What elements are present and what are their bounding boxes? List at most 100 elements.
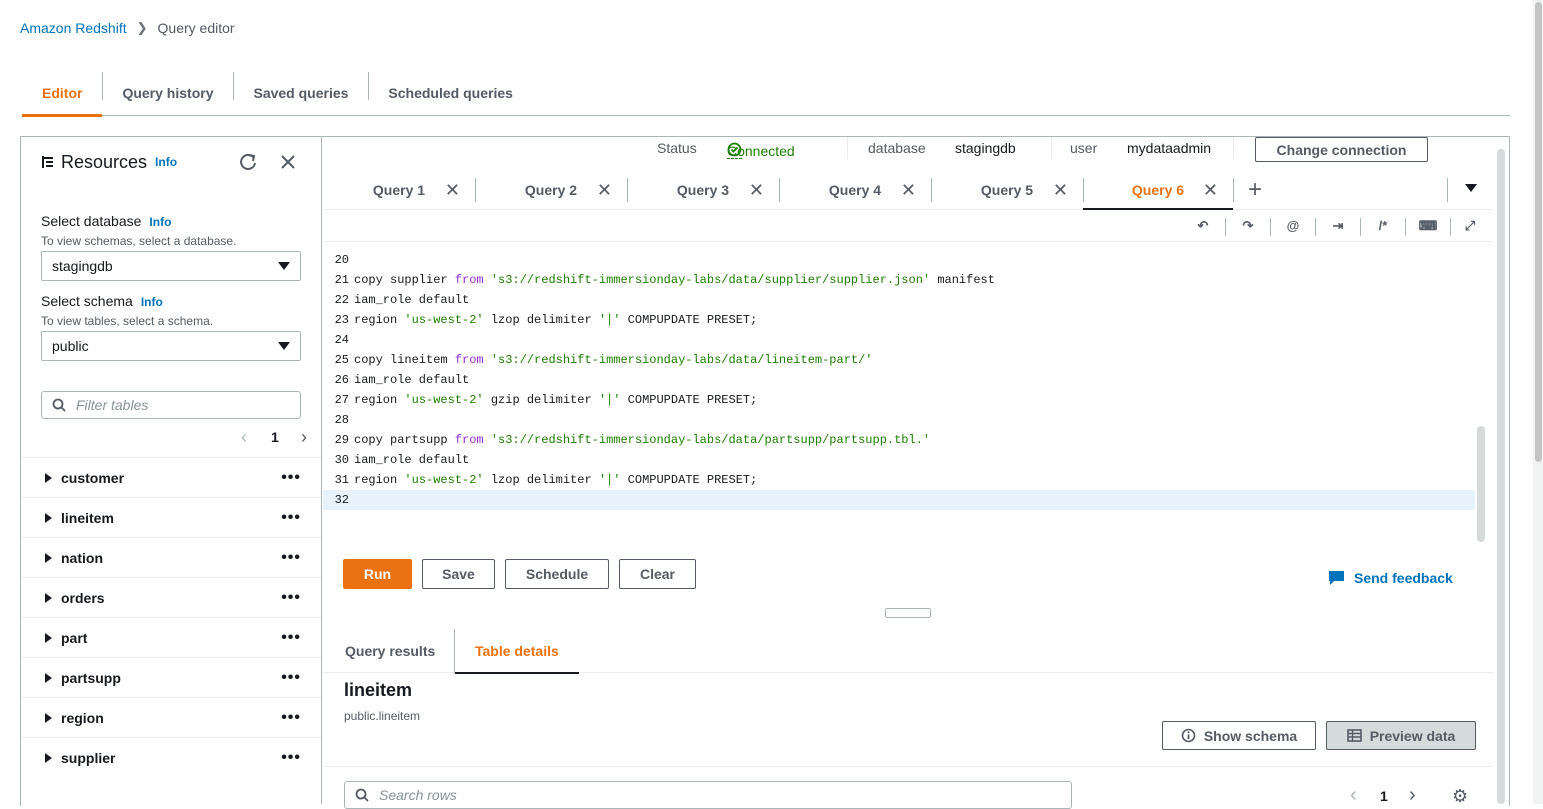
- more-actions-icon[interactable]: •••: [281, 629, 301, 647]
- table-row[interactable]: orders •••: [21, 577, 321, 617]
- fullscreen-icon[interactable]: ⤢: [1460, 218, 1480, 234]
- code-line[interactable]: 31 region 'us-west-2' lzop delimiter '|' …: [323, 470, 1475, 490]
- table-row[interactable]: supplier •••: [21, 737, 321, 777]
- tab-saved-queries[interactable]: Saved queries: [233, 70, 368, 116]
- close-tab-icon[interactable]: ✕: [445, 180, 460, 201]
- close-tab-icon[interactable]: ✕: [749, 180, 764, 201]
- editor-tabs: Editor Query history Saved queries Sched…: [22, 70, 1510, 117]
- table-row[interactable]: part •••: [21, 617, 321, 657]
- table-row[interactable]: partsupp •••: [21, 657, 321, 697]
- code-line[interactable]: 27 region 'us-west-2' gzip delimiter '|' …: [323, 390, 1475, 410]
- page-number[interactable]: 1: [271, 429, 279, 445]
- resize-handle[interactable]: [885, 608, 931, 618]
- save-button[interactable]: Save: [422, 559, 495, 589]
- caret-right-icon: [45, 592, 52, 603]
- editor-toolbar: ↶ ↷ @ ⇥ /* ⌨ ⤢: [323, 212, 1493, 242]
- code-line[interactable]: 30 iam_role default: [323, 450, 1475, 470]
- more-actions-icon[interactable]: •••: [281, 549, 301, 567]
- code-line[interactable]: 32: [323, 490, 1475, 510]
- more-actions-icon[interactable]: •••: [281, 749, 301, 767]
- code-token: region: [354, 473, 405, 487]
- table-row[interactable]: lineitem •••: [21, 497, 321, 537]
- add-tab-icon[interactable]: +: [1248, 176, 1262, 204]
- tabs-dropdown-icon[interactable]: [1465, 184, 1477, 192]
- more-actions-icon[interactable]: •••: [281, 469, 301, 487]
- sql-editor[interactable]: 20 21 copy supplier from 's3://redshift-im…: [323, 242, 1475, 544]
- code-line[interactable]: 22 iam_role default: [323, 290, 1475, 310]
- table-name: lineitem: [61, 509, 114, 526]
- database-info-link[interactable]: Info: [149, 215, 171, 229]
- code-token: copy supplier: [354, 273, 455, 287]
- code-line[interactable]: 26 iam_role default: [323, 370, 1475, 390]
- schedule-button[interactable]: Schedule: [505, 559, 609, 589]
- tab-query-1[interactable]: Query 1 ✕: [323, 170, 475, 209]
- table-row[interactable]: nation •••: [21, 537, 321, 577]
- code-line[interactable]: 23 region 'us-west-2' lzop delimiter '|' …: [323, 310, 1475, 330]
- tab-query-history[interactable]: Query history: [102, 70, 233, 116]
- tab-query-3[interactable]: Query 3 ✕: [627, 170, 779, 209]
- more-actions-icon[interactable]: •••: [281, 709, 301, 727]
- tab-editor[interactable]: Editor: [22, 70, 103, 117]
- table-row[interactable]: region •••: [21, 697, 321, 737]
- table-name: region: [61, 709, 104, 726]
- clear-button[interactable]: Clear: [619, 559, 696, 589]
- tab-table-details[interactable]: Table details: [455, 629, 579, 674]
- undo-icon[interactable]: ↶: [1193, 218, 1213, 234]
- more-actions-icon[interactable]: •••: [281, 509, 301, 527]
- schema-select[interactable]: public: [41, 331, 301, 361]
- more-actions-icon[interactable]: •••: [281, 589, 301, 607]
- code-line[interactable]: 28: [323, 410, 1475, 430]
- tab-query-5[interactable]: Query 5 ✕: [931, 170, 1083, 209]
- refresh-icon[interactable]: [238, 152, 258, 172]
- code-token: copy partsupp: [354, 433, 455, 447]
- next-page-icon[interactable]: ›: [301, 427, 307, 448]
- results-page-number[interactable]: 1: [1380, 788, 1388, 804]
- caret-right-icon: [45, 552, 52, 563]
- code-line[interactable]: 25 copy lineitem from 's3://redshift-imme…: [323, 350, 1475, 370]
- status-connected[interactable]: Connected: [727, 140, 795, 159]
- tab-query-6[interactable]: Query 6 ✕: [1083, 170, 1233, 210]
- preview-data-button[interactable]: Preview data: [1326, 721, 1476, 750]
- code-token: 'us-west-2': [404, 393, 484, 407]
- at-sign-icon[interactable]: @: [1283, 218, 1303, 233]
- editor-scrollbar[interactable]: [1477, 426, 1485, 542]
- redo-icon[interactable]: ↷: [1238, 218, 1258, 234]
- more-actions-icon[interactable]: •••: [281, 669, 301, 687]
- code-line[interactable]: 29 copy partsupp from 's3://redshift-imme…: [323, 430, 1475, 450]
- line-number: 20: [334, 253, 349, 267]
- code-line[interactable]: 24: [323, 330, 1475, 350]
- search-rows-input[interactable]: Search rows: [344, 781, 1072, 809]
- caret-down-icon: [278, 342, 290, 350]
- close-tab-icon[interactable]: ✕: [1053, 180, 1068, 201]
- table-row[interactable]: customer •••: [21, 457, 321, 497]
- tab-scheduled-queries[interactable]: Scheduled queries: [368, 70, 532, 116]
- tab-query-2[interactable]: Query 2 ✕: [475, 170, 627, 209]
- send-feedback-link[interactable]: Send feedback: [1328, 570, 1453, 586]
- tab-query-4[interactable]: Query 4 ✕: [779, 170, 931, 209]
- breadcrumb: Amazon Redshift ❯ Query editor: [20, 20, 235, 36]
- schema-info-link[interactable]: Info: [141, 295, 163, 309]
- close-tab-icon[interactable]: ✕: [901, 180, 916, 201]
- panel-scrollbar[interactable]: [1497, 137, 1505, 804]
- close-tab-icon[interactable]: ✕: [1203, 180, 1218, 201]
- page-scrollbar[interactable]: [1533, 0, 1543, 804]
- filter-tables-input[interactable]: Filter tables: [41, 391, 301, 419]
- close-icon[interactable]: [279, 153, 297, 171]
- code-line[interactable]: 21 copy supplier from 's3://redshift-imme…: [323, 270, 1475, 290]
- line-number: 29: [334, 433, 349, 447]
- breadcrumb-root-link[interactable]: Amazon Redshift: [20, 20, 127, 36]
- keyboard-icon[interactable]: ⌨: [1418, 218, 1438, 234]
- resources-info-link[interactable]: Info: [155, 155, 177, 169]
- indent-icon[interactable]: ⇥: [1328, 218, 1348, 234]
- prev-page-icon[interactable]: ‹: [241, 427, 247, 448]
- comment-icon[interactable]: /*: [1373, 218, 1393, 233]
- change-connection-button[interactable]: Change connection: [1255, 137, 1428, 162]
- tab-query-results[interactable]: Query results: [345, 629, 435, 673]
- run-button[interactable]: Run: [343, 559, 412, 589]
- code-line[interactable]: 20: [323, 250, 1475, 270]
- show-schema-button[interactable]: Show schema: [1162, 721, 1316, 750]
- code-token: iam_role default: [354, 453, 470, 467]
- close-tab-icon[interactable]: ✕: [597, 180, 612, 201]
- database-select[interactable]: stagingdb: [41, 251, 301, 281]
- code-token: 's3://redshift-immersionday-labs/data/su…: [490, 273, 931, 287]
